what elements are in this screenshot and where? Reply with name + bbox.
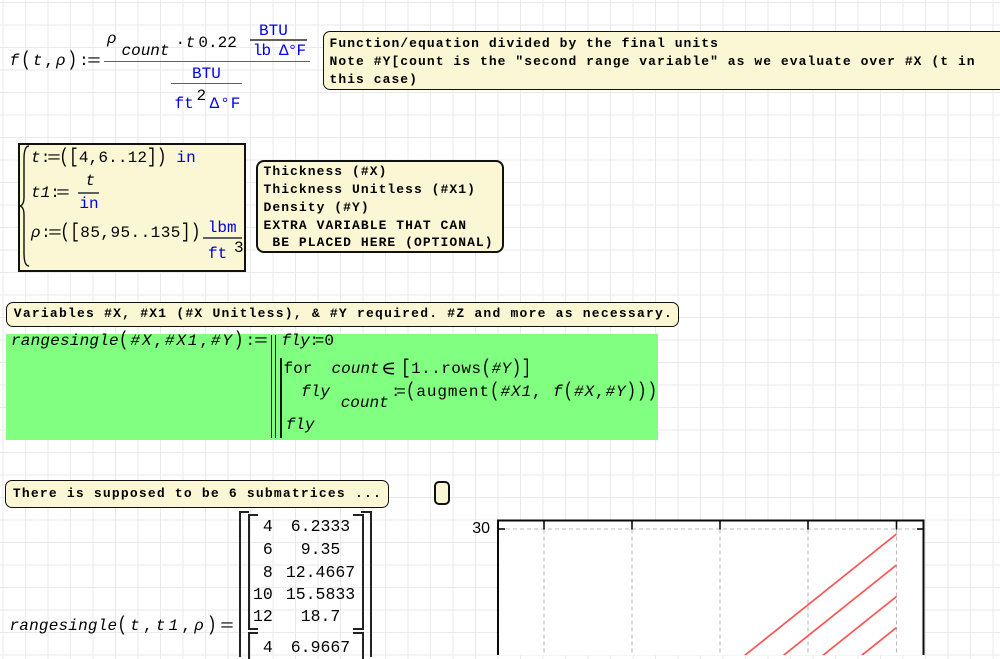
svg-text:30: 30 [472, 520, 490, 537]
